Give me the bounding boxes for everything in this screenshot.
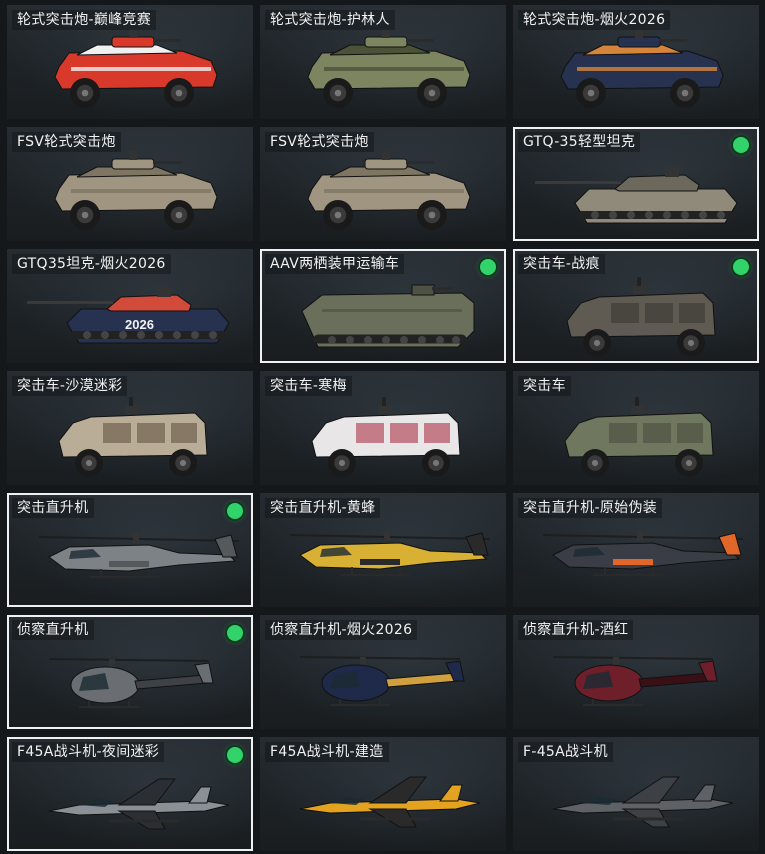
vehicle-card[interactable]: 突击车-寒梅 (260, 371, 506, 485)
vehicle-name: GTQ-35轻型坦克 (518, 132, 641, 152)
vehicle-name: 突击车-沙漠迷彩 (12, 376, 128, 396)
equipped-indicator-icon (733, 259, 749, 275)
vehicle-name: F-45A战斗机 (518, 742, 613, 762)
vehicle-card[interactable]: 侦察直升机 (7, 615, 253, 729)
vehicle-grid: 轮式突击炮-巅峰竞赛 轮式突击炮-护林人 轮式突击炮-烟火2026 FSV轮式突… (0, 0, 765, 854)
equipped-indicator-icon (227, 503, 243, 519)
vehicle-name: 突击车-寒梅 (265, 376, 352, 396)
vehicle-card[interactable]: 突击车 (513, 371, 759, 485)
vehicle-name: 突击直升机 (12, 498, 94, 518)
vehicle-card[interactable]: 轮式突击炮-护林人 (260, 5, 506, 119)
vehicle-card[interactable]: F45A战斗机-建造 (260, 737, 506, 851)
vehicle-name: 轮式突击炮-烟火2026 (518, 10, 671, 30)
vehicle-card[interactable]: F45A战斗机-夜间迷彩 (7, 737, 253, 851)
vehicle-name: 侦察直升机-烟火2026 (265, 620, 418, 640)
vehicle-name: GTQ35坦克-烟火2026 (12, 254, 171, 274)
equipped-indicator-icon (227, 625, 243, 641)
vehicle-name: FSV轮式突击炮 (12, 132, 121, 152)
vehicle-name: 侦察直升机 (12, 620, 94, 640)
vehicle-card[interactable]: F-45A战斗机 (513, 737, 759, 851)
vehicle-card[interactable]: 突击直升机-黄蜂 (260, 493, 506, 607)
vehicle-card[interactable]: 突击直升机 (7, 493, 253, 607)
vehicle-name: 突击直升机-黄蜂 (265, 498, 381, 518)
vehicle-name: F45A战斗机-夜间迷彩 (12, 742, 165, 762)
vehicle-card[interactable]: 突击车-战痕 (513, 249, 759, 363)
equipped-indicator-icon (480, 259, 496, 275)
vehicle-card[interactable]: 轮式突击炮-烟火2026 (513, 5, 759, 119)
vehicle-name: AAV两栖装甲运输车 (265, 254, 405, 274)
vehicle-card[interactable]: 轮式突击炮-巅峰竞赛 (7, 5, 253, 119)
vehicle-name: 突击直升机-原始伪装 (518, 498, 663, 518)
vehicle-card[interactable]: 突击车-沙漠迷彩 (7, 371, 253, 485)
equipped-indicator-icon (733, 137, 749, 153)
vehicle-card[interactable]: 侦察直升机-酒红 (513, 615, 759, 729)
equipped-indicator-icon (227, 747, 243, 763)
vehicle-name: 侦察直升机-酒红 (518, 620, 634, 640)
vehicle-card[interactable]: GTQ-35轻型坦克 (513, 127, 759, 241)
vehicle-name: F45A战斗机-建造 (265, 742, 389, 762)
vehicle-name: FSV轮式突击炮 (265, 132, 374, 152)
vehicle-name: 突击车 (518, 376, 571, 396)
vehicle-card[interactable]: 2026 GTQ35坦克-烟火2026 (7, 249, 253, 363)
vehicle-card[interactable]: AAV两栖装甲运输车 (260, 249, 506, 363)
vehicle-name: 轮式突击炮-巅峰竞赛 (12, 10, 157, 30)
vehicle-card[interactable]: FSV轮式突击炮 (7, 127, 253, 241)
vehicle-name: 轮式突击炮-护林人 (265, 10, 395, 30)
vehicle-name: 突击车-战痕 (518, 254, 605, 274)
vehicle-card[interactable]: 突击直升机-原始伪装 (513, 493, 759, 607)
vehicle-card[interactable]: 侦察直升机-烟火2026 (260, 615, 506, 729)
vehicle-card[interactable]: FSV轮式突击炮 (260, 127, 506, 241)
svg-text:2026: 2026 (125, 317, 154, 332)
